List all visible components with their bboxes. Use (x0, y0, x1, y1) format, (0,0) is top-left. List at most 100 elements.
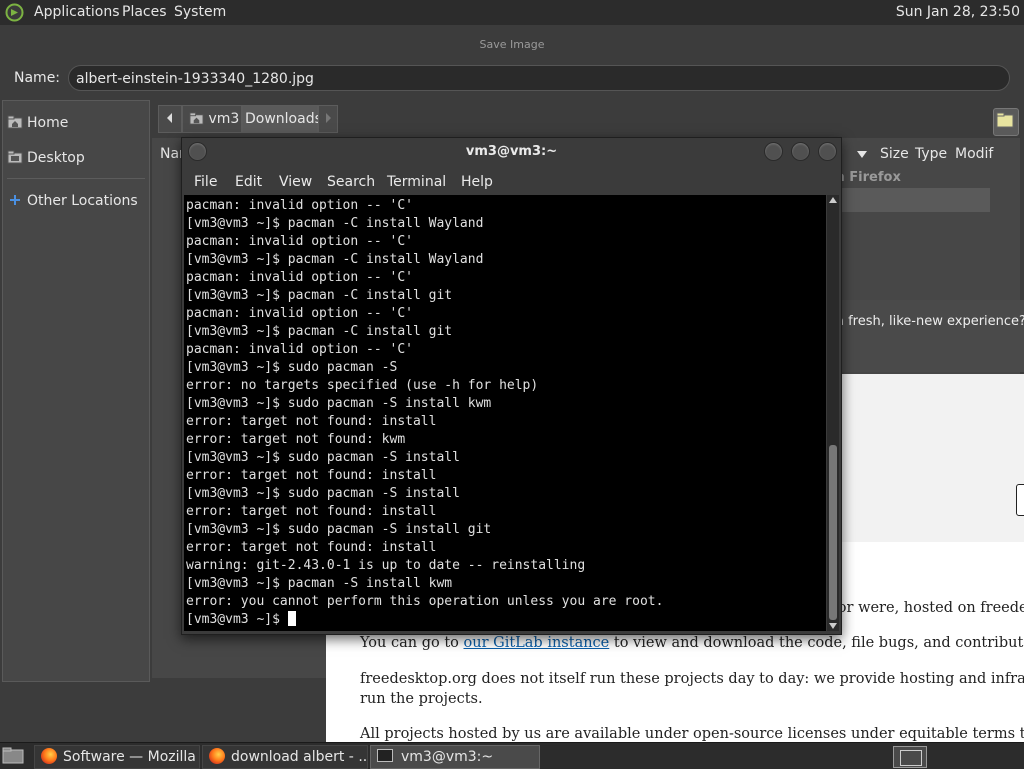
task-firefox-download[interactable]: download albert - ... (202, 745, 368, 769)
desktop-folder-icon (7, 150, 23, 164)
filename-input[interactable]: albert-einstein-1933340_1280.jpg (68, 65, 1010, 91)
text: You can go to (360, 635, 464, 651)
terminal-icon (377, 749, 393, 762)
terminal-line: error: target not found: install (186, 504, 437, 519)
menu-view[interactable]: View (279, 174, 312, 190)
firefox-toolbar (840, 188, 990, 212)
page-paragraph-hosting-1: freedesktop.org does not itself run thes… (360, 671, 1024, 687)
terminal-line: [vm3@vm3 ~]$ pacman -C install Wayland (186, 252, 484, 267)
bottom-taskbar: Software — Mozilla ... download albert -… (0, 742, 1024, 769)
top-panel: Applications Places System Sun Jan 28, 2… (0, 0, 1024, 26)
menu-applications[interactable]: Applications (34, 4, 120, 20)
workspace-1[interactable] (900, 750, 922, 766)
terminal-line: [vm3@vm3 ~]$ sudo pacman -S install kwm (186, 396, 492, 411)
firefox-title-text: a Firefox (836, 170, 901, 185)
path-item-label: vm3 (208, 111, 240, 127)
gitlab-link[interactable]: our GitLab instance (464, 635, 610, 651)
scroll-down-arrow-icon[interactable] (829, 623, 837, 629)
task-firefox-software[interactable]: Software — Mozilla ... (34, 745, 200, 769)
minimize-button[interactable] (764, 142, 783, 161)
page-paragraph-licenses: All projects hosted by us are available … (360, 726, 1024, 742)
places-sidebar: Home Desktop Other Locations (2, 100, 150, 682)
terminal-title: vm3@vm3:~ (465, 144, 558, 159)
terminal-line: pacman: invalid option -- 'C' (186, 306, 413, 321)
menu-system[interactable]: System (174, 4, 226, 20)
page-paragraph-gitlab: You can go to our GitLab instance to vie… (360, 635, 1024, 651)
show-desktop-icon[interactable] (2, 747, 24, 765)
firefox-content-area (836, 374, 1024, 542)
menu-places[interactable]: Places (122, 4, 167, 20)
menu-terminal[interactable]: Terminal (387, 174, 446, 190)
terminal-line: warning: git-2.43.0-1 is up to date -- r… (186, 558, 586, 573)
panel-clock[interactable]: Sun Jan 28, 23:50 (896, 4, 1020, 20)
terminal-line: [vm3@vm3 ~]$ sudo pacman -S (186, 360, 398, 375)
sidebar-item-label: Home (27, 115, 69, 131)
text: to view and download the code, file bugs… (613, 635, 1024, 651)
terminal-line: error: target not found: install (186, 468, 437, 483)
sidebar-item-other-locations[interactable]: Other Locations (7, 193, 138, 209)
home-folder-icon (7, 115, 23, 129)
sidebar-item-home[interactable]: Home (7, 115, 68, 131)
page-paragraph-hosting-2: run the projects. (360, 691, 483, 707)
plus-icon (10, 195, 20, 205)
workspace-switcher[interactable] (893, 746, 927, 768)
dialog-title: Save Image (0, 25, 1024, 63)
firefox-icon (209, 748, 225, 764)
firefox-banner (836, 300, 1024, 372)
sidebar-separator (7, 178, 145, 179)
sidebar-item-label: Other Locations (27, 193, 138, 209)
column-header-modified[interactable]: Modif (955, 146, 993, 162)
terminal-line: [vm3@vm3 ~]$ sudo pacman -S install (186, 450, 460, 465)
distro-logo-icon[interactable] (5, 3, 24, 22)
terminal-line: [vm3@vm3 ~]$ pacman -C install git (186, 288, 453, 303)
terminal-line: [vm3@vm3 ~]$ pacman -C install git (186, 324, 453, 339)
menu-edit[interactable]: Edit (235, 174, 262, 190)
terminal-line: error: target not found: install (186, 414, 437, 429)
path-item-vm3[interactable]: vm3 (182, 105, 242, 133)
home-folder-icon (189, 112, 204, 125)
chevron-right-icon (326, 113, 331, 123)
menu-file[interactable]: File (194, 174, 217, 190)
terminal-line: [vm3@vm3 ~]$ pacman -C install Wayland (186, 216, 484, 231)
task-label: download albert - ... (231, 749, 368, 765)
terminal-scrollbar[interactable] (827, 195, 839, 631)
text-cursor (287, 611, 296, 626)
terminal-prompt-line: [vm3@vm3 ~]$ (186, 611, 296, 629)
terminal-output[interactable]: pacman: invalid option -- 'C' [vm3@vm3 ~… (184, 195, 826, 631)
column-header-size[interactable]: Size (880, 146, 909, 162)
firefox-icon (41, 748, 57, 764)
terminal-line: [vm3@vm3 ~]$ sudo pacman -S install git (186, 522, 492, 537)
terminal-line: error: no targets specified (use -h for … (186, 378, 539, 393)
new-folder-button[interactable] (993, 108, 1019, 136)
terminal-window[interactable]: vm3@vm3:~ File Edit View Search Terminal… (181, 137, 842, 635)
column-header-type[interactable]: Type (915, 146, 947, 162)
scrollbar-thumb[interactable] (829, 445, 837, 620)
task-label: vm3@vm3:~ (401, 749, 494, 765)
page-paragraph-fragment: e, or were, hosted on freedes (820, 600, 1024, 616)
terminal-line: pacman: invalid option -- 'C' (186, 270, 413, 285)
maximize-button[interactable] (791, 142, 810, 161)
path-back-button[interactable] (158, 105, 182, 133)
task-terminal[interactable]: vm3@vm3:~ (370, 745, 540, 769)
new-folder-icon (996, 112, 1014, 128)
menu-search[interactable]: Search (327, 174, 375, 190)
path-item-label: Downloads (245, 111, 322, 127)
window-menu-button[interactable] (188, 142, 207, 161)
scroll-up-arrow-icon[interactable] (829, 197, 837, 203)
path-forward-button[interactable] (318, 105, 338, 133)
sort-arrow-icon[interactable] (856, 149, 868, 159)
terminal-line: pacman: invalid option -- 'C' (186, 198, 413, 213)
firefox-banner-text: a fresh, like-new experience? Ar (836, 314, 1024, 329)
path-item-downloads[interactable]: Downloads (242, 105, 322, 133)
menu-help[interactable]: Help (461, 174, 493, 190)
task-label: Software — Mozilla ... (63, 749, 200, 765)
terminal-line: pacman: invalid option -- 'C' (186, 342, 413, 357)
firefox-input-edge[interactable] (1016, 484, 1024, 516)
terminal-line: pacman: invalid option -- 'C' (186, 234, 413, 249)
terminal-line: error: you cannot perform this operation… (186, 594, 664, 609)
sidebar-item-desktop[interactable]: Desktop (7, 150, 85, 166)
close-button[interactable] (818, 142, 837, 161)
name-label: Name: (14, 70, 61, 86)
terminal-line: error: target not found: install (186, 540, 437, 555)
sidebar-item-label: Desktop (27, 150, 85, 166)
